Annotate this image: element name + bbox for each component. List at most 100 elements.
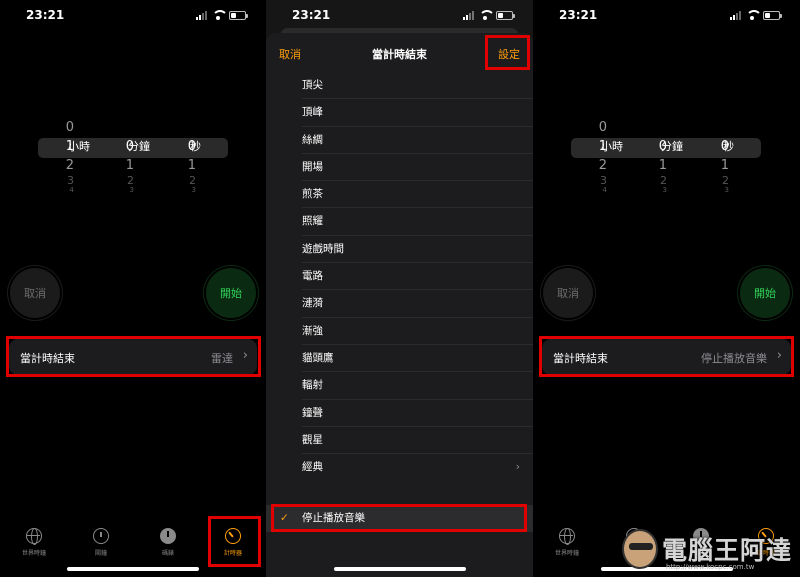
site-watermark: 電腦王阿達 http://www.kocpc.com.tw <box>622 527 792 575</box>
timer-screen-after: 23:21 0 1 2 3 4 小時 0 1 2 3 分鐘 0 1 2 3 秒 … <box>533 0 800 577</box>
wifi-icon <box>212 10 228 20</box>
start-button[interactable]: 開始 <box>740 268 790 318</box>
hours-wheel[interactable]: 0 1 2 3 4 小時 <box>587 118 623 194</box>
checkmark-icon: ✓ <box>280 512 289 524</box>
tone-item[interactable]: 遊戲時間 <box>266 236 533 264</box>
tab-timer[interactable]: 計時器 <box>208 528 258 557</box>
sheet-set-button[interactable]: 設定 <box>498 46 520 62</box>
tab-stopwatch[interactable]: 碼錶 <box>143 528 193 557</box>
cellular-signal-icon <box>463 10 474 20</box>
when-timer-ends-sheet-screen: 23:21 取消 當計時結束 設定 頂尖 頂峰 絲綢 開場 煎茶 照耀 遊戲時間… <box>266 0 533 577</box>
hours-below-3: 4 <box>602 186 607 194</box>
hours-wheel[interactable]: 0 1 2 3 4 小時 <box>54 118 90 194</box>
watermark-text: 電腦王阿達 <box>662 536 793 565</box>
duration-picker[interactable]: 0 1 2 3 4 小時 0 1 2 3 分鐘 0 1 2 3 秒 <box>10 118 256 208</box>
alarm-clock-icon <box>93 528 109 544</box>
chevron-right-icon: › <box>776 348 782 363</box>
tab-label: 世界時鐘 <box>554 550 579 557</box>
minutes-unit: 分鐘 <box>661 140 683 153</box>
seconds-below-3: 3 <box>191 186 196 194</box>
battery-icon <box>763 10 782 20</box>
tone-item[interactable]: 頂尖 <box>266 72 533 100</box>
hours-below-1: 2 <box>598 158 607 173</box>
hours-below-3: 4 <box>69 186 74 194</box>
tone-item[interactable]: 頂峰 <box>266 99 533 127</box>
tone-item[interactable]: 照耀 <box>266 208 533 237</box>
hours-below-1: 2 <box>65 158 74 173</box>
tone-item[interactable]: 貓頭鷹 <box>266 345 533 373</box>
stop-playing-option[interactable]: ✓ 停止播放音樂 <box>266 505 533 532</box>
tone-item[interactable]: 開場 <box>266 154 533 182</box>
hours-above: 0 <box>598 120 607 135</box>
minutes-below-1: 1 <box>125 158 134 173</box>
stop-playing-label: 停止播放音樂 <box>302 512 365 524</box>
hours-unit: 小時 <box>68 140 90 153</box>
seconds-unit: 秒 <box>190 140 201 153</box>
status-bar: 23:21 <box>266 8 533 24</box>
minutes-below-1: 1 <box>658 158 667 173</box>
home-indicator <box>333 567 466 571</box>
tone-item[interactable]: 漸強 <box>266 318 533 346</box>
cancel-button[interactable]: 取消 <box>10 268 60 318</box>
when-timer-ends-row[interactable]: 當計時結束 停止播放音樂 › <box>542 339 791 375</box>
tab-label: 鬧鐘 <box>94 550 107 557</box>
minutes-unit: 分鐘 <box>128 140 150 153</box>
battery-icon <box>229 10 248 20</box>
seconds-below-3: 3 <box>724 186 729 194</box>
tone-item[interactable]: 電路 <box>266 263 533 291</box>
minutes-wheel[interactable]: 0 1 2 3 分鐘 <box>647 118 683 194</box>
timer-icon <box>225 528 241 544</box>
sheet-header: 取消 當計時結束 設定 <box>266 33 533 71</box>
globe-icon <box>559 528 575 545</box>
chevron-right-icon: › <box>242 348 248 363</box>
tab-label: 計時器 <box>223 550 242 557</box>
status-bar: 23:21 <box>533 8 800 24</box>
tone-item[interactable]: 絲綢 <box>266 127 533 155</box>
duration-picker[interactable]: 0 1 2 3 4 小時 0 1 2 3 分鐘 0 1 2 3 秒 <box>543 118 789 208</box>
chevron-right-icon: › <box>515 461 520 474</box>
tone-item[interactable]: 輻射 <box>266 372 533 400</box>
seconds-below-1: 1 <box>187 158 196 173</box>
sheet-title: 當計時結束 <box>372 48 427 61</box>
tab-world-clock[interactable]: 世界時鐘 <box>9 528 59 557</box>
when-timer-ends-row[interactable]: 當計時結束 雷達 › <box>9 339 257 375</box>
hours-above: 0 <box>65 120 74 135</box>
seconds-wheel[interactable]: 0 1 2 3 秒 <box>176 118 201 194</box>
status-time: 23:21 <box>559 8 598 22</box>
tone-item-classic[interactable]: 經典 › <box>266 454 533 481</box>
tone-item[interactable]: 鐘聲 <box>266 400 533 428</box>
tab-world-clock[interactable]: 世界時鐘 <box>542 528 592 557</box>
tab-alarm[interactable]: 鬧鐘 <box>76 528 126 557</box>
mascot-face-icon <box>622 529 658 569</box>
globe-icon <box>26 528 42 545</box>
battery-icon <box>496 10 515 20</box>
cellular-signal-icon <box>730 10 741 20</box>
tone-list: 頂尖 頂峰 絲綢 開場 煎茶 照耀 遊戲時間 電路 漣漪 漸強 貓頭鷹 輻射 鐘… <box>266 72 533 481</box>
when-timer-ends-value: 停止播放音樂 <box>701 352 767 365</box>
timer-screen-before: 23:21 0 1 2 3 4 小時 0 1 2 3 分鐘 0 1 2 3 秒 … <box>0 0 266 577</box>
tone-label: 經典 <box>302 461 323 474</box>
minutes-wheel[interactable]: 0 1 2 3 分鐘 <box>114 118 150 194</box>
status-bar: 23:21 <box>0 8 266 24</box>
stopwatch-icon <box>160 528 176 544</box>
tone-item[interactable]: 煎茶 <box>266 181 533 209</box>
wifi-icon <box>746 10 762 20</box>
watermark-url: http://www.kocpc.com.tw <box>666 563 755 571</box>
start-button[interactable]: 開始 <box>206 268 256 318</box>
when-timer-ends-label: 當計時結束 <box>20 352 75 365</box>
home-indicator <box>67 567 199 571</box>
wifi-icon <box>479 10 495 20</box>
cellular-signal-icon <box>196 10 207 20</box>
cancel-button[interactable]: 取消 <box>543 268 593 318</box>
when-timer-ends-label: 當計時結束 <box>553 352 608 365</box>
when-timer-ends-value: 雷達 <box>211 352 233 365</box>
seconds-wheel[interactable]: 0 1 2 3 秒 <box>709 118 734 194</box>
minutes-below-3: 3 <box>662 186 667 194</box>
tone-sheet: 取消 當計時結束 設定 頂尖 頂峰 絲綢 開場 煎茶 照耀 遊戲時間 電路 漣漪… <box>266 33 533 577</box>
status-time: 23:21 <box>26 8 65 22</box>
tone-item[interactable]: 漣漪 <box>266 290 533 318</box>
status-time: 23:21 <box>292 8 331 22</box>
seconds-unit: 秒 <box>723 140 734 153</box>
hours-unit: 小時 <box>601 140 623 153</box>
tone-item[interactable]: 觀星 <box>266 427 533 455</box>
